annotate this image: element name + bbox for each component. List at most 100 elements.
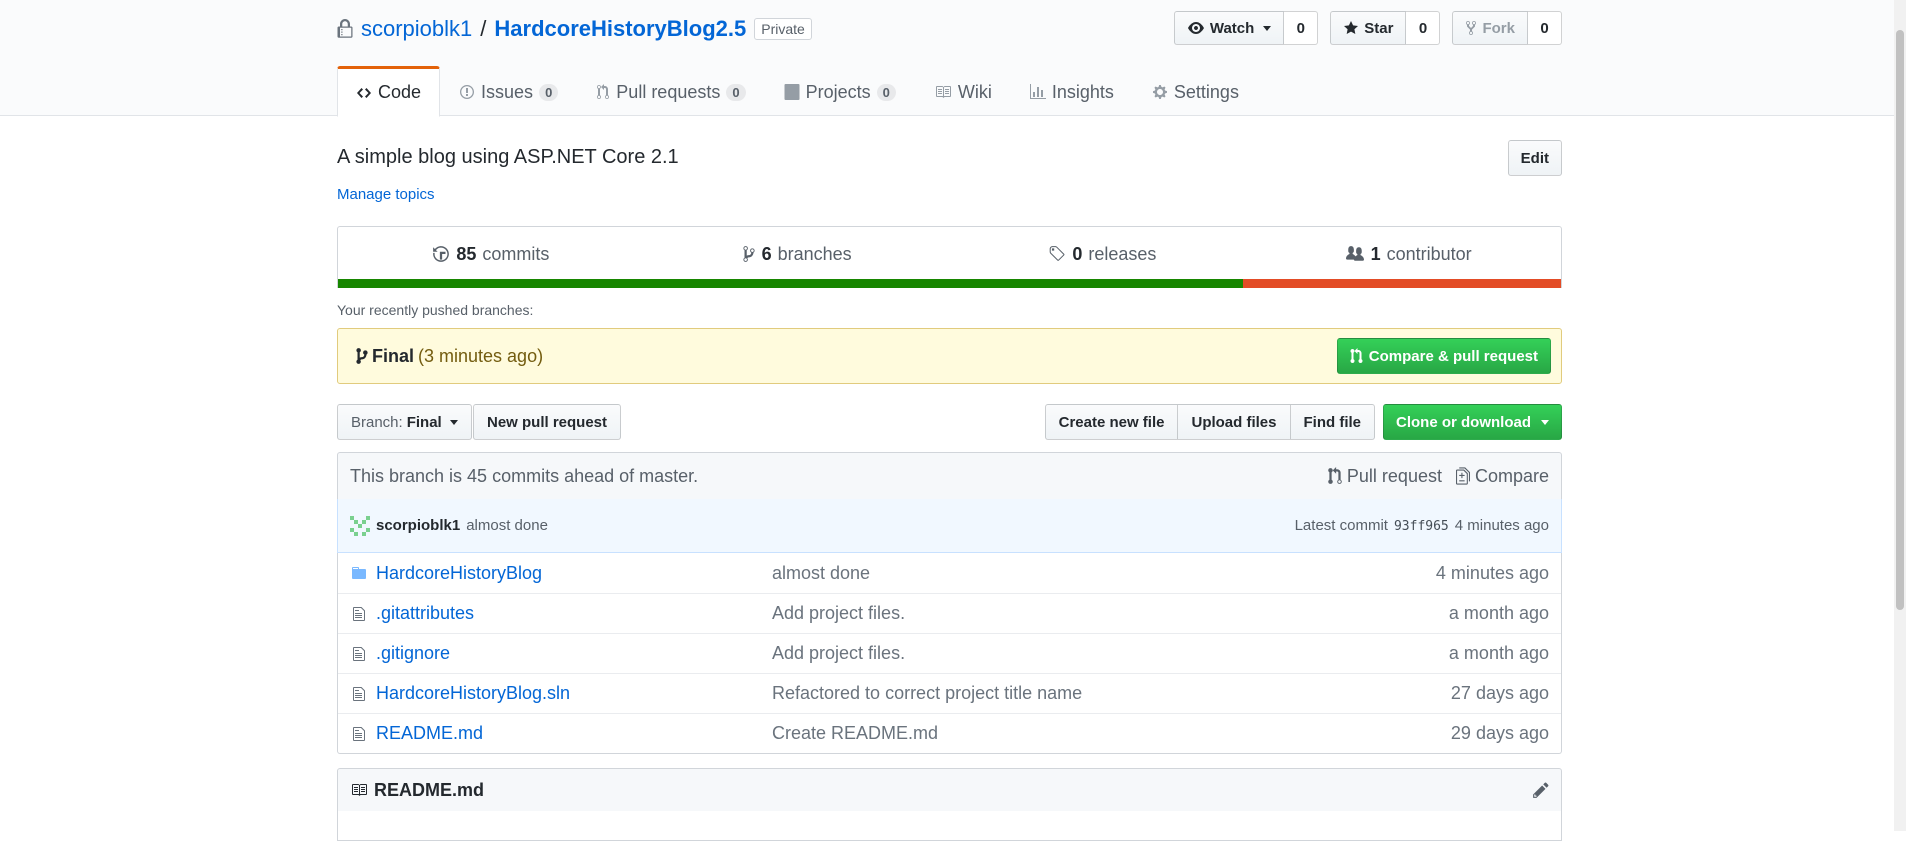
people-icon: [1345, 246, 1364, 261]
file-commit-message[interactable]: Add project files.: [772, 643, 1449, 664]
tab-insights[interactable]: Insights: [1011, 66, 1133, 116]
star-group: Star 0: [1330, 11, 1441, 45]
pencil-icon[interactable]: [1533, 781, 1549, 799]
readme-title: README.md: [350, 780, 484, 801]
file-age: a month ago: [1448, 603, 1549, 623]
releases-link[interactable]: 0 releases: [950, 227, 1256, 281]
file-name-link[interactable]: HardcoreHistoryBlog: [376, 563, 772, 584]
pull-requests-counter: 0: [726, 83, 746, 101]
file-action-group: Create new file Upload files Find file: [1044, 404, 1375, 440]
readme-body: [337, 811, 1562, 841]
file-name-link[interactable]: README.md: [376, 723, 772, 744]
fork-icon: [1466, 20, 1477, 36]
tab-code[interactable]: Code: [337, 66, 441, 117]
tab-issues[interactable]: Issues 0: [440, 66, 577, 116]
file-navigation: Branch: Final New pull request Create ne…: [337, 404, 1562, 440]
star-count[interactable]: 0: [1406, 11, 1441, 45]
commit-info: scorpioblk1 almost done: [350, 515, 548, 536]
edit-description-button[interactable]: Edit: [1507, 140, 1562, 176]
pull-request-label: Pull request: [1346, 465, 1442, 486]
pull-request-link[interactable]: Pull request: [1328, 466, 1442, 487]
branches-link[interactable]: 6 branches: [644, 227, 950, 281]
repo-name-link[interactable]: HardcoreHistoryBlog2.5: [494, 16, 746, 42]
tab-label: Issues: [481, 81, 534, 102]
new-pull-request-button[interactable]: New pull request: [473, 404, 622, 440]
file-list: HardcoreHistoryBlog almost done 4 minute…: [337, 553, 1562, 754]
tag-icon: [1050, 246, 1065, 261]
commit-age: 4 minutes ago: [1454, 517, 1549, 534]
file-commit-message[interactable]: almost done: [772, 563, 1436, 584]
graph-icon: [1029, 84, 1046, 99]
commits-label: commits: [482, 243, 550, 264]
file-commit-message[interactable]: Create README.md: [772, 723, 1451, 744]
table-row: .gitattributes Add project files. a mont…: [338, 593, 1561, 633]
upload-files-button[interactable]: Upload files: [1177, 404, 1291, 440]
branches-label: branches: [777, 243, 852, 264]
book-icon: [352, 784, 367, 796]
file-name-link[interactable]: .gitattributes: [376, 603, 772, 624]
recent-branches-label: Your recently pushed branches:: [337, 302, 534, 318]
branch-infobar: This branch is 45 commits ahead of maste…: [337, 452, 1562, 500]
watch-count[interactable]: 0: [1284, 11, 1319, 45]
tab-label: Projects: [805, 81, 871, 102]
recent-branch-info: Final (3 minutes ago): [356, 346, 543, 367]
repo-description: A simple blog using ASP.NET Core 2.1: [337, 146, 679, 168]
create-new-file-button[interactable]: Create new file: [1044, 404, 1179, 440]
tab-wiki[interactable]: Wiki: [915, 66, 1011, 116]
fork-button[interactable]: Fork: [1452, 11, 1528, 45]
issue-icon: [460, 85, 475, 99]
fork-count[interactable]: 0: [1528, 11, 1562, 45]
file-age: 29 days ago: [1450, 723, 1549, 743]
issues-counter: 0: [539, 83, 559, 101]
branch-select-button[interactable]: Branch: Final: [337, 404, 472, 440]
gear-icon: [1152, 85, 1167, 99]
branch-infobar-links: Pull request Compare: [1328, 466, 1549, 487]
table-row: .gitignore Add project files. a month ag…: [338, 633, 1561, 673]
tab-pull-requests[interactable]: Pull requests 0: [577, 66, 764, 116]
star-button[interactable]: Star: [1330, 11, 1407, 45]
tab-projects[interactable]: Projects 0: [765, 66, 915, 116]
scrollbar[interactable]: [1894, 0, 1906, 831]
recent-branch-notice: Final (3 minutes ago) Compare & pull req…: [337, 328, 1562, 384]
pull-request-icon: [1350, 348, 1363, 363]
tab-settings[interactable]: Settings: [1133, 66, 1258, 116]
file-commit-message[interactable]: Add project files.: [772, 603, 1449, 624]
file-actions: Create new file Upload files Find file C…: [1044, 404, 1562, 440]
compare-pull-request-button[interactable]: Compare & pull request: [1336, 338, 1551, 374]
path-separator: /: [480, 16, 487, 41]
manage-topics-link[interactable]: Manage topics: [337, 186, 435, 203]
language-segment[interactable]: [338, 279, 1244, 288]
recent-branch-name[interactable]: Final: [372, 346, 414, 367]
watch-button[interactable]: Watch: [1173, 11, 1285, 45]
diff-icon: [1455, 467, 1470, 485]
commits-link[interactable]: 85 commits: [338, 227, 644, 281]
tab-label: Pull requests: [616, 81, 721, 102]
clone-or-download-button[interactable]: Clone or download: [1383, 404, 1562, 440]
contributors-link[interactable]: 1 contributor: [1255, 227, 1561, 281]
find-file-button[interactable]: Find file: [1289, 404, 1375, 440]
pull-request-icon: [597, 84, 610, 100]
file-commit-message[interactable]: Refactored to correct project title name: [772, 683, 1451, 704]
repo-title: scorpioblk1 / HardcoreHistoryBlog2.5 Pri…: [337, 14, 812, 44]
history-icon: [433, 246, 450, 262]
compare-link[interactable]: Compare: [1455, 466, 1549, 487]
language-segment[interactable]: [1243, 279, 1561, 288]
projects-counter: 0: [876, 83, 896, 101]
fork-group: Fork 0: [1452, 11, 1562, 45]
file-name-link[interactable]: .gitignore: [376, 643, 772, 664]
folder-icon: [338, 565, 376, 581]
commit-sha[interactable]: 93ff965: [1394, 519, 1449, 534]
file-name-link[interactable]: HardcoreHistoryBlog.sln: [376, 683, 772, 704]
watch-group: Watch 0: [1173, 11, 1319, 45]
chevron-down-icon: [1541, 419, 1549, 425]
language-bar[interactable]: [338, 279, 1561, 288]
commit-author[interactable]: scorpioblk1: [376, 517, 460, 534]
project-icon: [784, 84, 800, 100]
tab-label: Code: [378, 82, 422, 102]
commit-message[interactable]: almost done: [466, 517, 548, 534]
avatar[interactable]: [350, 515, 370, 536]
branch-ahead-text: This branch is 45 commits ahead of maste…: [350, 465, 699, 486]
repo-owner-link[interactable]: scorpioblk1: [361, 16, 472, 42]
scrollbar-thumb[interactable]: [1896, 30, 1904, 610]
branch-icon: [742, 246, 755, 262]
